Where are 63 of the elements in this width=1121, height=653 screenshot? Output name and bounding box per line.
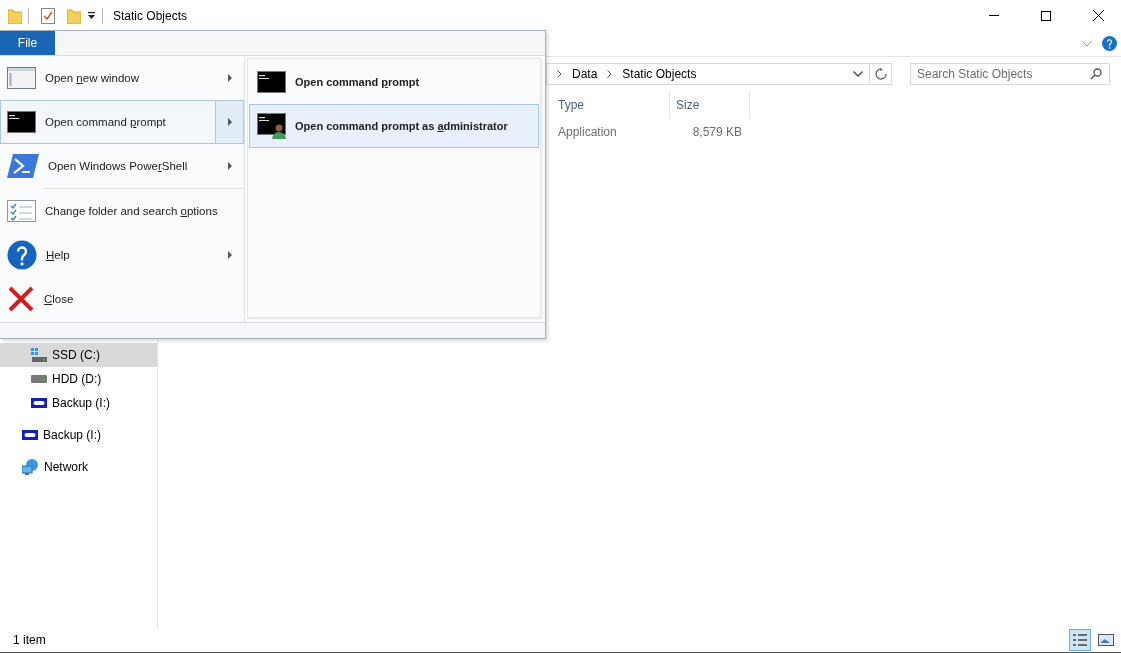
admin-terminal-icon [257,113,286,139]
network-icon [22,459,39,475]
nav-item[interactable]: Backup (I:) [0,391,157,415]
breadcrumb[interactable]: Data [572,67,598,81]
menu-item-label: Open Windows PowerShell [48,160,188,172]
menu-item-label: Change folder and search options [45,205,218,217]
refresh-icon [874,68,887,80]
close-icon [7,286,35,312]
details-view-icon [1072,633,1088,647]
large-icons-view-icon [1098,634,1114,646]
checklist-icon [7,200,36,222]
menu-item-label: Close [44,293,74,305]
view-button[interactable] [1069,629,1091,651]
refresh-button[interactable] [870,63,892,85]
table-cell-text: 8,579 KB [691,125,743,139]
drive-icon [22,430,38,440]
menu-item[interactable]: Open Windows PowerShell [0,144,244,188]
search-icon [1090,68,1102,80]
help-icon[interactable] [1102,36,1117,51]
menu-item[interactable]: Open new window [0,56,244,100]
submenu-item[interactable]: Open command prompt as administrator [249,104,539,148]
table-cell-text: Application [557,125,618,139]
chevron-down-icon[interactable] [853,71,863,77]
caret-icon [227,118,232,126]
close-icon [1092,10,1104,21]
menu-item-label: Open command prompt [45,116,166,128]
help-icon [7,240,37,270]
breadcrumb[interactable]: Static Objects [622,67,697,81]
minimize-icon [989,15,999,16]
nav-item[interactable]: Network [0,455,157,479]
terminal-icon [7,111,36,133]
column-header[interactable]: Type [550,92,670,118]
dropdown-icon[interactable] [87,11,96,20]
caret-icon [227,251,232,259]
menu-item-label: Help [46,249,70,261]
menu-item[interactable]: Close [0,277,244,321]
terminal-icon [257,71,286,93]
submenu-item[interactable]: Open command prompt [249,60,539,104]
maximize-icon [1041,10,1051,21]
caret-icon [227,162,232,170]
folder-icon [8,7,22,24]
nav-item[interactable]: Backup (I:) [0,423,157,447]
properties-icon[interactable] [41,7,55,24]
caret-icon [227,74,232,82]
chevron-right-icon [607,70,613,78]
window-icon [7,67,36,89]
window-title: Static Objects [113,8,188,23]
chevron-right-icon [557,70,562,78]
drive-icon [31,398,47,408]
file-tab[interactable]: File [0,31,55,55]
menu-item[interactable]: Help [0,233,244,277]
column-header[interactable]: Size [670,92,750,118]
menu-item[interactable]: Change folder and search options [0,189,244,233]
drive-icon [31,375,47,383]
item-count: 1 item [13,633,46,647]
nav-item[interactable]: HDD (D:) [0,367,157,391]
menu-item-label: Open new window [45,72,139,84]
drive-icon [31,348,47,362]
search-field[interactable]: Search Static Objects [910,63,1110,85]
menu-item[interactable]: Open command prompt [0,100,244,144]
powershell-icon [7,154,39,178]
address-bar[interactable]: Data Static Objects [546,63,870,85]
nav-item[interactable]: SSD (C:) [0,343,157,367]
